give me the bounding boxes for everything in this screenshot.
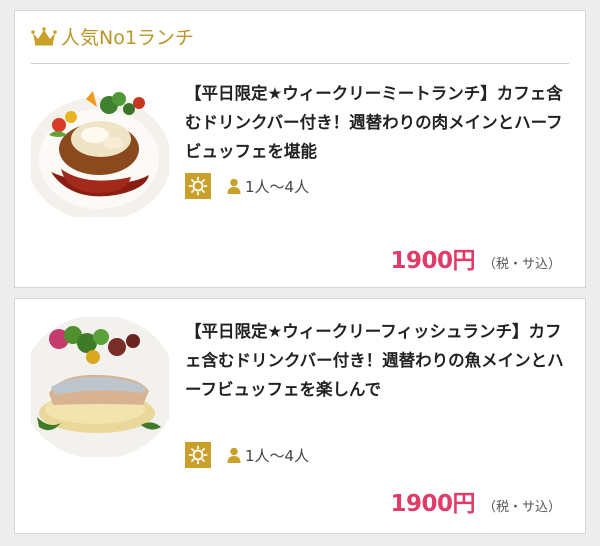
plan-title[interactable]: 【平日限定★ウィークリーフィッシュランチ】カフェ含むドリンクバー付き！週替わりの…: [185, 317, 565, 404]
sun-icon: [185, 442, 211, 468]
plan-price: 1900円: [390, 248, 475, 274]
plan-price: 1900円: [390, 491, 475, 517]
fish-dish-photo: [31, 317, 169, 457]
persons-info: 1人～4人: [227, 445, 309, 466]
person-icon: [227, 178, 241, 194]
price-row: 1900円 （税・サ込）: [390, 484, 561, 518]
price-row: 1900円 （税・サ込）: [390, 241, 561, 275]
tax-note: （税・サ込）: [482, 257, 561, 272]
meat-dish-photo: [31, 77, 169, 217]
persons-label: 1人～4人: [245, 446, 310, 465]
persons-info: 1人～4人: [227, 176, 309, 197]
plan-card-1[interactable]: 人気No1ランチ 【平日限定★ウィークリーミートランチ】カフェ含むドリンクバー付…: [14, 10, 586, 288]
sun-icon: [185, 173, 211, 199]
crown-icon: [31, 27, 57, 46]
persons-label: 1人～4人: [245, 177, 310, 196]
ranking-header: 人気No1ランチ: [31, 23, 569, 64]
plan-meta: 1人～4人: [185, 442, 309, 468]
plan-meta: 1人～4人: [185, 173, 309, 199]
ranking-label: 人気No1ランチ: [61, 27, 194, 49]
person-icon: [227, 447, 241, 463]
plan-image[interactable]: [31, 77, 169, 217]
plan-title[interactable]: 【平日限定★ウィークリーミートランチ】カフェ含むドリンクバー付き！週替わりの肉メ…: [185, 79, 565, 166]
tax-note: （税・サ込）: [482, 500, 561, 515]
plan-card-2[interactable]: 【平日限定★ウィークリーフィッシュランチ】カフェ含むドリンクバー付き！週替わりの…: [14, 298, 586, 534]
plan-image[interactable]: [31, 317, 169, 457]
